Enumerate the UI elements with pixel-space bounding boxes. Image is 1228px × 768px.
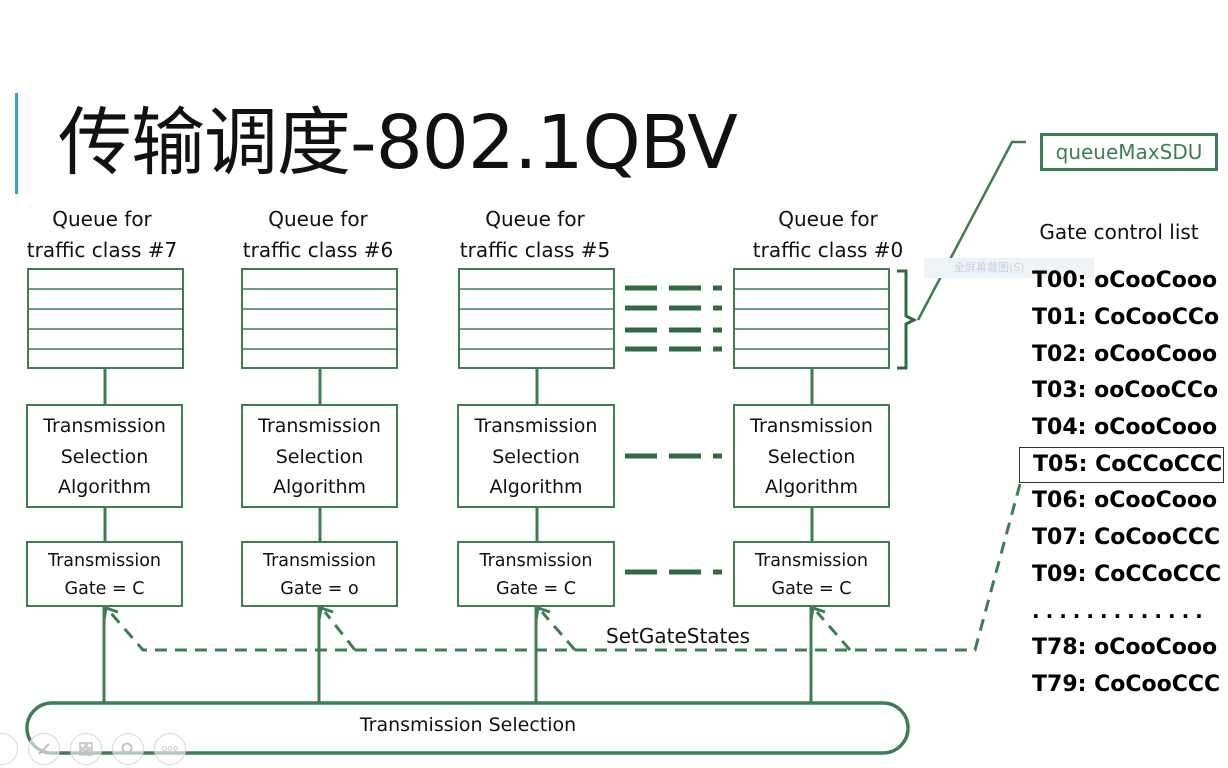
gate-line1: Transmission <box>479 551 593 571</box>
presentation-toolbar: ooo <box>0 733 186 765</box>
gate-state: Gate = C <box>771 579 852 599</box>
gcl-entry: T09: CoCCoCCC <box>1032 561 1222 587</box>
queue-ellipsis-dashes <box>625 285 722 575</box>
gate-text-5: Transmission Gate = C <box>458 547 614 603</box>
queue-label-line2: traffic class #0 <box>752 238 904 262</box>
gcl-entry: T02: oCooCooo <box>1032 341 1218 367</box>
queue-label-line1: Queue for <box>778 207 878 231</box>
queue-max-sdu-connector <box>916 140 1026 321</box>
queue-label-line2: traffic class #7 <box>26 238 178 262</box>
queue-to-algorithm-connectors <box>103 368 814 405</box>
pen-icon[interactable] <box>28 733 60 765</box>
more-icon[interactable]: ooo <box>154 733 186 765</box>
algorithm-line: Selection <box>767 445 856 468</box>
queue-label-line2: traffic class #5 <box>459 238 611 262</box>
algorithm-to-gate-connectors <box>103 507 814 542</box>
algorithm-line: Selection <box>275 445 364 468</box>
gcl-entry: T04: oCooCooo <box>1032 415 1218 441</box>
gate-line1: Transmission <box>47 551 162 571</box>
gate-state: Gate = C <box>496 579 576 599</box>
gate-text-6: Transmission Gate = o <box>242 547 397 603</box>
algorithm-line: Algorithm <box>57 476 152 498</box>
queue-brace <box>897 269 918 370</box>
algorithm-line: Transmission <box>474 415 598 437</box>
gcl-entry: T03: ooCooCCo <box>1032 378 1219 404</box>
gate-state: Gate = C <box>64 579 145 599</box>
queue-buffer-7 <box>27 268 184 369</box>
gate-line1: Transmission <box>262 551 377 571</box>
queue-label-line2: traffic class #6 <box>242 238 394 262</box>
algorithm-line: Selection <box>60 445 149 468</box>
gate-arrowheads <box>102 606 826 621</box>
zoom-icon[interactable] <box>112 733 144 765</box>
gcl-ellipsis: ............. <box>1032 599 1209 624</box>
queue-buffer-5 <box>458 268 615 369</box>
queue-label-0: Queue for traffic class #0 <box>728 204 928 266</box>
slides-icon[interactable] <box>70 733 102 765</box>
gcl-entry: T06: oCooCooo <box>1032 487 1218 513</box>
gcl-entry: T01: CoCooCCo <box>1032 304 1220 330</box>
algorithm-line: Transmission <box>750 415 873 437</box>
gate-control-list: T00: oCooCooo T01: CoCooCCo T02: oCooCoo… <box>1019 263 1224 704</box>
algorithm-line: Transmission <box>258 415 381 437</box>
queue-label-6: Queue for traffic class #6 <box>218 204 418 266</box>
gcl-entry: T07: CoCooCCC <box>1032 524 1221 550</box>
gate-to-selection-connectors <box>102 606 813 703</box>
algorithm-text-5: Transmission Selection Algorithm <box>458 411 614 503</box>
algorithm-text-7: Transmission Selection Algorithm <box>27 411 182 503</box>
algorithm-line: Algorithm <box>489 476 583 498</box>
gate-line1: Transmission <box>754 551 869 571</box>
gcl-entry: T79: CoCooCCC <box>1032 671 1221 697</box>
queue-buffer-6 <box>241 268 398 369</box>
gcl-entry: T00: oCooCooo <box>1032 268 1218 293</box>
gcl-entry-highlighted: T05: CoCCoCCC <box>1019 446 1224 483</box>
gate-text-0: Transmission Gate = C <box>734 547 889 603</box>
queue-label-line1: Queue for <box>268 207 368 231</box>
gate-text-7: Transmission Gate = C <box>27 547 182 603</box>
algorithm-text-6: Transmission Selection Algorithm <box>242 411 397 503</box>
queue-label-5: Queue for traffic class #5 <box>435 204 635 266</box>
queue-max-sdu-box: queueMaxSDU <box>1040 133 1218 171</box>
algorithm-line: Transmission <box>43 415 166 437</box>
queue-buffer-0 <box>733 268 890 369</box>
circle-icon[interactable] <box>0 733 18 765</box>
queue-label-line1: Queue for <box>485 207 585 231</box>
gcl-entry: T78: oCooCooo <box>1032 635 1218 661</box>
algorithm-line: Algorithm <box>764 476 859 498</box>
gate-control-list-title: Gate control list <box>1039 220 1199 244</box>
algorithm-line: Selection <box>492 445 580 468</box>
set-gate-states-label: SetGateStates <box>606 624 751 648</box>
gate-state: Gate = o <box>280 579 359 599</box>
queue-label-line1: Queue for <box>52 207 152 231</box>
queue-label-7: Queue for traffic class #7 <box>2 204 202 266</box>
algorithm-line: Algorithm <box>272 476 367 498</box>
algorithm-text-0: Transmission Selection Algorithm <box>734 411 889 503</box>
